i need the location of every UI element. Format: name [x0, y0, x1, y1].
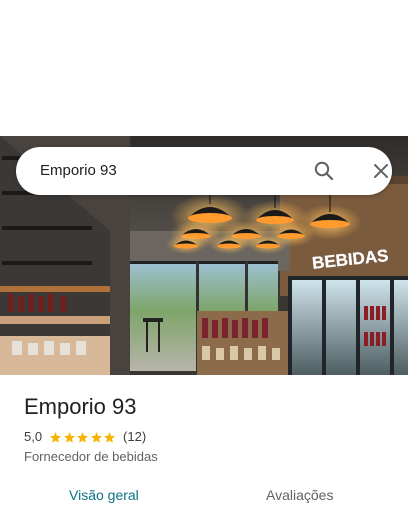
rating-row[interactable]: 5,0 (12) — [24, 428, 146, 446]
blank-header-area — [0, 0, 408, 136]
search-icon[interactable] — [312, 159, 336, 183]
tab-bar: Visão geral Avaliações — [0, 478, 408, 510]
star-rating — [49, 431, 117, 444]
place-title: Emporio 93 — [24, 394, 137, 419]
rating-value: 5,0 — [24, 429, 43, 444]
star-icon — [63, 431, 75, 443]
star-icon — [104, 431, 116, 443]
close-icon[interactable] — [369, 159, 393, 183]
review-count[interactable]: (12) — [123, 429, 146, 445]
star-icon — [50, 431, 61, 443]
tab-overview[interactable]: Visão geral — [69, 486, 139, 504]
tab-reviews[interactable]: Avaliações — [266, 486, 333, 504]
search-input[interactable]: Emporio 93 — [40, 161, 117, 181]
place-category: Fornecedor de bebidas — [24, 449, 158, 464]
star-icon — [90, 431, 102, 443]
star-icon — [77, 431, 89, 443]
search-bar[interactable]: Emporio 93 — [16, 147, 392, 195]
